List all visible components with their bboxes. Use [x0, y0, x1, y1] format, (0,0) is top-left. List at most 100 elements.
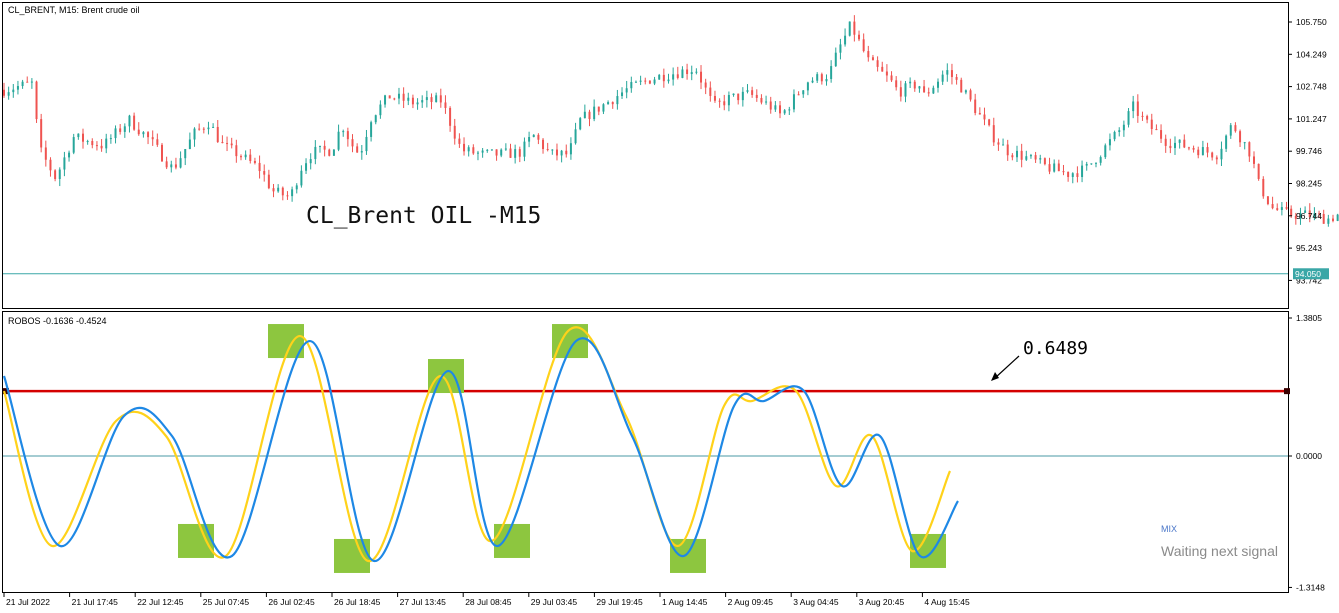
candle-body [1011, 155, 1014, 158]
candle-body [583, 111, 586, 119]
candle-body [156, 139, 159, 145]
candle-body [1266, 196, 1269, 205]
candle-body [988, 119, 991, 126]
candle-body [788, 109, 791, 111]
candle-body [1099, 157, 1102, 163]
candle-body [481, 150, 484, 153]
candle-body [546, 149, 549, 151]
candle-body [890, 75, 893, 81]
candle-body [732, 93, 735, 96]
candle-body [360, 151, 363, 153]
candle-body [142, 132, 145, 135]
candle-body [449, 107, 452, 126]
candle-body [1234, 125, 1237, 132]
candle-body [797, 94, 800, 96]
candle-body [351, 139, 354, 147]
candle-body [463, 143, 466, 152]
candle-body [328, 149, 331, 156]
candle-body [700, 71, 703, 83]
time-tick-label: 3 Aug 04:45 [793, 597, 839, 607]
candle-body [439, 95, 442, 103]
candle-body [1104, 145, 1107, 158]
candle-body [672, 74, 675, 80]
candle-body [806, 82, 809, 91]
candle-body [662, 74, 665, 82]
candle-body [1155, 129, 1158, 131]
candle-body [300, 170, 303, 186]
candle-body [621, 92, 624, 97]
candle-body [40, 119, 43, 148]
price-tick-label: 102.748 [1296, 82, 1327, 92]
price-tick-label: 101.247 [1296, 114, 1327, 124]
price-axis: 105.750 104.249 102.748 101.247 99.746 98.245… [1288, 17, 1327, 285]
candle-body [713, 95, 716, 101]
candle-body [1220, 148, 1223, 160]
candle-body [918, 86, 921, 89]
candle-body [1048, 164, 1051, 172]
time-tick-label: 27 Jul 13:45 [400, 597, 447, 607]
price-tick-label: 98.245 [1296, 179, 1322, 189]
indicator-tick-label: -1.3148 [1296, 582, 1325, 592]
candle-body [514, 149, 517, 158]
candle-body [44, 147, 47, 160]
candle-body [1327, 218, 1330, 224]
candle-body [760, 97, 763, 103]
candle-body [1062, 171, 1065, 173]
candle-body [904, 83, 907, 97]
candle-body [634, 81, 637, 83]
candle-body [867, 51, 870, 58]
candle-body [1150, 119, 1153, 130]
candle-body [504, 148, 507, 150]
candle-body [1067, 171, 1070, 177]
candle-body [235, 145, 238, 157]
candle-body [467, 147, 470, 152]
price-tick-label: 96.744 [1296, 211, 1322, 221]
candle-body [1280, 207, 1283, 210]
candle-body [579, 118, 582, 130]
level-handle-right[interactable] [1284, 388, 1290, 395]
candle-body [137, 129, 140, 135]
candle-body [323, 145, 326, 150]
candle-body [318, 145, 321, 147]
candle-body [12, 89, 15, 93]
indicator-panel[interactable]: ROBOS -0.1636 -0.4524 0.6489 MIX Waiting… [2, 311, 1326, 593]
candle-body [1178, 139, 1181, 143]
candle-body [899, 87, 902, 97]
trading-chart[interactable]: CL_BRENT, M15: Brent crude oil CL_Brent … [0, 0, 1339, 613]
candle-body [978, 112, 981, 115]
candle-body [295, 185, 298, 190]
candle-body [1071, 173, 1074, 177]
candle-body [946, 70, 949, 75]
candle-body [974, 99, 977, 113]
candle-body [1122, 124, 1125, 131]
candle-body [792, 94, 795, 110]
candle-body [1271, 204, 1274, 209]
candle-body [1211, 152, 1214, 158]
candle-body [1127, 111, 1130, 125]
candle-body [1173, 142, 1176, 149]
candle-body [555, 149, 558, 156]
candle-body [1146, 116, 1149, 120]
candle-body [746, 90, 749, 92]
candle-body [198, 128, 201, 130]
price-panel[interactable]: CL_BRENT, M15: Brent crude oil CL_Brent … [2, 2, 1339, 309]
candle-body [1081, 165, 1084, 178]
candle-body [639, 80, 642, 82]
indicator-header: ROBOS -0.1636 -0.4524 [8, 316, 107, 326]
candle-body [1276, 208, 1279, 210]
candle-body [648, 80, 651, 84]
indicator-tick-label: 0.0000 [1296, 451, 1322, 461]
candle-body [77, 133, 80, 138]
time-tick-label: 4 Aug 15:45 [924, 597, 970, 607]
candle-body [202, 128, 205, 130]
candle-body [68, 152, 71, 158]
candle-body [430, 97, 433, 103]
candle-body [81, 133, 84, 142]
candle-body [100, 145, 103, 149]
candle-body [858, 34, 861, 40]
candle-body [16, 86, 19, 90]
candle-body [848, 21, 851, 36]
candle-body [342, 131, 345, 133]
candle-body [574, 129, 577, 144]
candle-body [221, 141, 224, 144]
